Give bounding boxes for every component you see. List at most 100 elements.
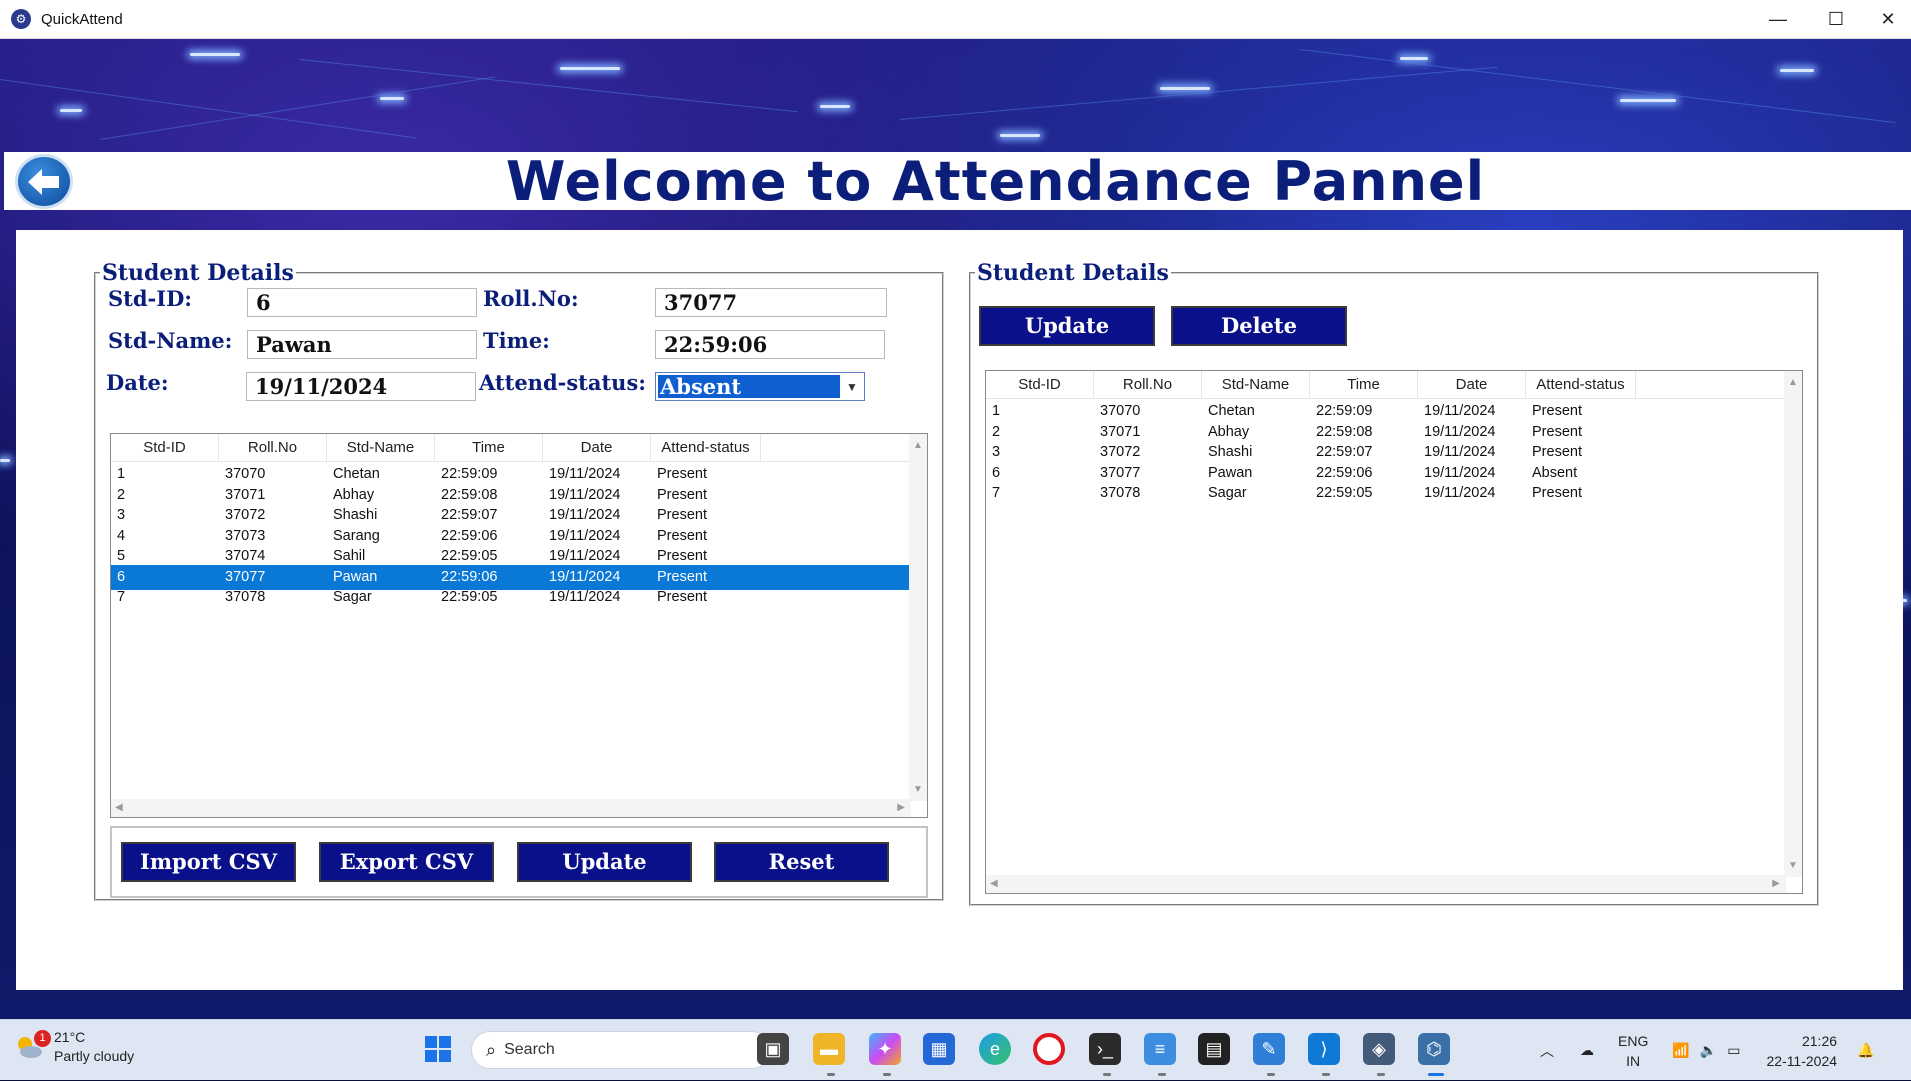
app-pinned-icon[interactable]: ▤ xyxy=(1198,1033,1230,1065)
attendance-table-right[interactable]: Std-ID Roll.No Std-Name Time Date Attend-stat… xyxy=(985,370,1803,894)
file-explorer-icon[interactable]: ▬ xyxy=(813,1033,845,1065)
attendance-table[interactable]: Std-ID Roll.No Std-Name Time Date Attend-stat… xyxy=(110,433,928,818)
vertical-scrollbar-right[interactable]: ▲ ▼ xyxy=(1784,371,1802,877)
table-cell: 37078 xyxy=(225,589,266,605)
table-cell: Present xyxy=(1532,485,1582,501)
notepad-icon[interactable]: ≡ xyxy=(1144,1033,1176,1065)
import-csv-button[interactable]: Import CSV xyxy=(121,842,296,882)
terminal-icon[interactable]: ›_ xyxy=(1089,1033,1121,1065)
std-id-label: Std-ID: xyxy=(108,286,193,311)
content-area: Student Details Std-ID: 6 Roll.No: 37077… xyxy=(16,230,1903,990)
weather-badge: 1 xyxy=(34,1030,51,1047)
chevron-up-icon[interactable]: ︿ xyxy=(1540,1041,1554,1061)
search-box[interactable]: ⌕ Search xyxy=(471,1031,771,1069)
table-cell: 19/11/2024 xyxy=(1424,485,1496,501)
column-header[interactable]: Std-Name xyxy=(327,434,435,462)
lang-top: ENG xyxy=(1618,1032,1649,1049)
notification-bell-icon[interactable]: 🔔 xyxy=(1857,1042,1874,1059)
column-header[interactable]: Std-ID xyxy=(986,371,1094,399)
lang-bottom: IN xyxy=(1626,1052,1641,1069)
onedrive-cloud-icon[interactable]: ☁ xyxy=(1580,1042,1594,1059)
maximize-button[interactable]: ☐ xyxy=(1813,0,1859,39)
table-cell: 22:59:05 xyxy=(441,589,498,605)
roll-no-label: Roll.No: xyxy=(483,286,579,311)
std-id-field[interactable]: 6 xyxy=(247,288,477,317)
table-cell: Sagar xyxy=(1208,485,1247,501)
right-legend: Student Details xyxy=(977,260,1169,286)
vscode-icon[interactable]: ⟩ xyxy=(1308,1033,1340,1065)
search-icon: ⌕ xyxy=(486,1039,497,1060)
table-header: Std-ID Roll.No Std-Name Time Date Attend-stat… xyxy=(111,434,909,462)
clock-time: 21:26 xyxy=(1801,1032,1838,1049)
form-legend: Student Details xyxy=(102,260,294,286)
table-cell: 37078 xyxy=(1100,485,1141,501)
date-label: Date: xyxy=(106,370,169,395)
store-icon[interactable]: ▦ xyxy=(923,1033,955,1065)
column-header[interactable]: Attend-status xyxy=(651,434,761,462)
copilot-icon[interactable]: ✦ xyxy=(869,1033,901,1065)
python-icon[interactable]: ⌬ xyxy=(1418,1033,1450,1065)
system-tray: ︿ ☁ ENG IN 📶 🔈 ▭ 21:26 22-11-2024 🔔 xyxy=(1540,1020,1874,1081)
task-view-icon[interactable]: ▣ xyxy=(757,1033,789,1065)
close-button[interactable]: ✕ xyxy=(1865,0,1911,39)
column-header[interactable]: Std-Name xyxy=(1202,371,1310,399)
table-cell: 7 xyxy=(992,485,1001,501)
column-header[interactable]: Time xyxy=(1310,371,1418,399)
reset-button[interactable]: Reset xyxy=(714,842,889,882)
std-name-field[interactable]: Pawan xyxy=(247,330,477,359)
table-cell: Present xyxy=(657,589,707,605)
std-name-label: Std-Name: xyxy=(108,328,233,353)
export-csv-button[interactable]: Export CSV xyxy=(319,842,494,882)
weather-temp: 21°C xyxy=(54,1029,86,1045)
paint-icon[interactable]: ✎ xyxy=(1253,1033,1285,1065)
weather-widget[interactable]: 1 21°C Partly cloudy xyxy=(14,1028,134,1066)
table-cell: Sagar xyxy=(333,589,372,605)
chevron-down-icon[interactable]: ▼ xyxy=(840,373,864,400)
column-header[interactable]: Date xyxy=(543,434,651,462)
column-header[interactable]: Roll.No xyxy=(219,434,327,462)
search-placeholder: Search xyxy=(504,1041,555,1058)
table-cell: 22:59:05 xyxy=(1316,485,1373,501)
column-header[interactable]: Time xyxy=(435,434,543,462)
attend-status-label: Attend-status: xyxy=(479,370,647,395)
opera-icon[interactable] xyxy=(1033,1033,1065,1065)
clock-date: 22-11-2024 xyxy=(1766,1052,1838,1069)
time-label: Time: xyxy=(483,328,550,353)
column-header[interactable]: Roll.No xyxy=(1094,371,1202,399)
cloud-icon: 1 xyxy=(14,1030,51,1062)
roll-no-field[interactable]: 37077 xyxy=(655,288,887,317)
update-button[interactable]: Update xyxy=(517,842,692,882)
volume-icon[interactable]: 🔈 xyxy=(1700,1042,1717,1059)
window-title: QuickAttend xyxy=(41,10,123,28)
attend-status-select[interactable]: Absent ▼ xyxy=(655,372,865,401)
date-field[interactable]: 19/11/2024 xyxy=(246,372,476,401)
clock[interactable]: 21:26 22-11-2024 xyxy=(1766,1031,1837,1071)
vertical-scrollbar[interactable]: ▲ ▼ xyxy=(909,434,927,801)
table-cell: 7 xyxy=(117,589,126,605)
table-cell: 19/11/2024 xyxy=(549,589,621,605)
wifi-icon[interactable]: 📶 xyxy=(1672,1042,1689,1059)
title-bar: ⚙ QuickAttend — ☐ ✕ xyxy=(0,0,1911,39)
horizontal-scrollbar[interactable]: ◀ ▶ xyxy=(111,799,911,817)
horizontal-scrollbar-right[interactable]: ◀ ▶ xyxy=(986,875,1786,893)
right-update-button[interactable]: Update xyxy=(979,306,1155,346)
sql-tool-icon[interactable]: ◈ xyxy=(1363,1033,1395,1065)
table-row[interactable]: 7 37078 Sagar 22:59:05 19/11/2024 Present xyxy=(111,585,909,610)
table-row[interactable]: 7 37078 Sagar 22:59:05 19/11/2024 Present xyxy=(986,481,1784,506)
table-header-right: Std-ID Roll.No Std-Name Time Date Attend-stat… xyxy=(986,371,1784,399)
delete-button[interactable]: Delete xyxy=(1171,306,1347,346)
column-header[interactable]: Date xyxy=(1418,371,1526,399)
app-icon: ⚙ xyxy=(11,9,31,29)
time-field[interactable]: 22:59:06 xyxy=(655,330,885,359)
windows-start-icon[interactable] xyxy=(422,1033,454,1065)
taskbar: 1 21°C Partly cloudy ⌕ Search ▣ ▬ ✦ ▦ e … xyxy=(0,1019,1911,1080)
edge-icon[interactable]: e xyxy=(979,1033,1011,1065)
weather-desc: Partly cloudy xyxy=(54,1048,135,1064)
column-header[interactable]: Std-ID xyxy=(111,434,219,462)
attend-status-value: Absent xyxy=(658,375,840,398)
minimize-button[interactable]: — xyxy=(1755,0,1801,39)
column-header[interactable]: Attend-status xyxy=(1526,371,1636,399)
battery-icon[interactable]: ▭ xyxy=(1727,1042,1740,1059)
page-title: Welcome to Attendance Pannel xyxy=(505,150,1486,213)
language-indicator[interactable]: ENG IN xyxy=(1618,1031,1648,1071)
